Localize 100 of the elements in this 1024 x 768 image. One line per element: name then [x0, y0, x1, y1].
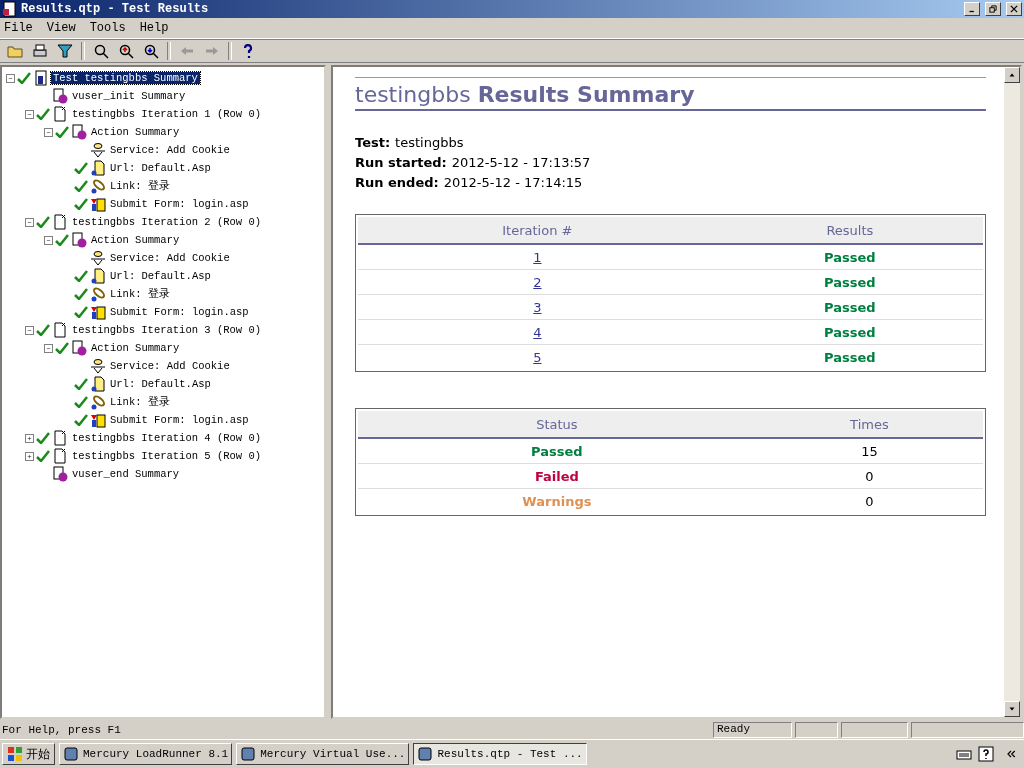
check-icon: [74, 288, 88, 300]
menu-item[interactable]: Help: [139, 21, 169, 35]
collapse-toggle[interactable]: [44, 127, 53, 137]
table-cell-text: 0: [864, 492, 875, 511]
form-icon: [90, 196, 106, 212]
column-header: Iteration #: [358, 217, 717, 245]
filter-button[interactable]: [54, 41, 76, 61]
chain-icon: [90, 286, 106, 302]
collapse-toggle[interactable]: [25, 325, 34, 335]
check-icon: [36, 108, 50, 120]
iteration-link[interactable]: 5: [533, 349, 542, 365]
app-icon: [2, 1, 18, 17]
help-icon: [978, 746, 994, 762]
field-value: 2012-5-12 - 17:14:15: [443, 175, 583, 190]
tree-item[interactable]: Submit Form: login.asp: [108, 198, 251, 210]
windows-logo-icon: [7, 746, 23, 762]
expand-toggle[interactable]: [25, 451, 34, 461]
taskbar-button[interactable]: Mercury Virtual Use...: [236, 743, 410, 765]
zoom-down-icon: [143, 43, 159, 59]
plus-icon: [26, 434, 33, 442]
tree-item[interactable]: Test testingbbs Summary: [51, 72, 200, 84]
field-value: testingbbs: [395, 135, 464, 150]
menu-item[interactable]: View: [46, 21, 76, 35]
report-title: testingbbs Results Summary: [355, 77, 986, 111]
coin-icon: [90, 250, 106, 266]
tree-item[interactable]: testingbbs Iteration 2 (Row 0): [70, 216, 264, 228]
table-cell: Passed: [358, 439, 756, 464]
tree-item[interactable]: Submit Form: login.asp: [108, 306, 251, 318]
coin-icon: [90, 358, 106, 374]
status-text: For Help, press F1: [1, 724, 122, 736]
scroll-icon: [71, 124, 87, 140]
collapse-toggle[interactable]: [25, 217, 34, 227]
tree-item[interactable]: Service: Add Cookie: [108, 144, 232, 156]
tree-item[interactable]: Action Summary: [89, 234, 182, 246]
table-cell: Failed: [358, 464, 756, 489]
check-icon: [74, 378, 88, 390]
tree-item[interactable]: Link: 登录: [108, 395, 172, 409]
restore-button[interactable]: [985, 2, 1001, 16]
start-button[interactable]: 开始: [2, 743, 55, 765]
tree-item[interactable]: Service: Add Cookie: [108, 252, 232, 264]
check-icon: [74, 180, 88, 192]
tree-item[interactable]: Service: Add Cookie: [108, 360, 232, 372]
tree-item[interactable]: Action Summary: [89, 126, 182, 138]
tree-item[interactable]: Url: Default.Asp: [108, 378, 213, 390]
page-icon: [52, 214, 68, 230]
close-button[interactable]: [1006, 2, 1022, 16]
collapse-toggle[interactable]: [6, 73, 15, 83]
table-cell: 15: [755, 439, 983, 464]
taskbar-button[interactable]: Results.qtp - Test ...: [413, 743, 587, 765]
tree-item[interactable]: testingbbs Iteration 1 (Row 0): [70, 108, 264, 120]
check-icon: [55, 126, 69, 138]
field-label: Run ended:: [355, 175, 439, 190]
status-panel: [841, 722, 908, 738]
scrollbar[interactable]: [1004, 67, 1020, 717]
collapse-toggle[interactable]: [44, 343, 53, 353]
file-icon: [90, 376, 106, 392]
zoom-up-icon: [118, 43, 134, 59]
menu-item[interactable]: Tools: [89, 21, 126, 35]
tree-item[interactable]: Submit Form: login.asp: [108, 414, 251, 426]
check-icon: [55, 234, 69, 246]
check-icon: [74, 306, 88, 318]
tree-item[interactable]: vuser_end Summary: [70, 468, 182, 480]
iteration-link[interactable]: 1: [533, 249, 542, 265]
iteration-link[interactable]: 3: [533, 299, 542, 315]
expand-toggle[interactable]: [25, 433, 34, 443]
close-icon: [1009, 4, 1019, 14]
tree-item[interactable]: testingbbs Iteration 4 (Row 0): [70, 432, 264, 444]
tree-item[interactable]: testingbbs Iteration 5 (Row 0): [70, 450, 264, 462]
tree-item[interactable]: Action Summary: [89, 342, 182, 354]
table-cell: Passed: [716, 245, 983, 270]
menu-item[interactable]: File: [4, 21, 33, 35]
app-icon: [63, 746, 79, 762]
minimize-button[interactable]: [964, 2, 980, 16]
chain-icon: [90, 394, 106, 410]
table-cell: Passed: [716, 320, 983, 345]
scroll-icon: [71, 340, 87, 356]
tree-item[interactable]: Url: Default.Asp: [108, 270, 213, 282]
window-title: Results.qtp - Test Results: [21, 2, 210, 16]
scroll-down-button[interactable]: [1004, 701, 1020, 717]
check-icon: [36, 432, 50, 444]
check-icon: [17, 72, 31, 84]
scroll-up-button[interactable]: [1004, 67, 1020, 83]
tree-item[interactable]: Url: Default.Asp: [108, 162, 213, 174]
iteration-link[interactable]: 4: [533, 324, 542, 340]
taskbar-button[interactable]: Mercury LoadRunner 8.1: [59, 743, 233, 765]
column-header: Results: [716, 217, 983, 245]
page-icon: [52, 448, 68, 464]
scroll-icon: [71, 232, 87, 248]
iteration-link[interactable]: 2: [533, 274, 542, 290]
tree-item[interactable]: Link: 登录: [108, 179, 172, 193]
restore-icon: [988, 4, 998, 14]
page-icon: [52, 430, 68, 446]
tree-item[interactable]: testingbbs Iteration 3 (Row 0): [70, 324, 264, 336]
tree-item[interactable]: vuser_init Summary: [70, 90, 188, 102]
collapse-toggle[interactable]: [25, 109, 34, 119]
tree-item[interactable]: Link: 登录: [108, 287, 172, 301]
column-header: Status: [358, 411, 756, 439]
collapse-toggle[interactable]: [44, 235, 53, 245]
app-icon: [417, 746, 434, 762]
check-icon: [36, 216, 50, 228]
